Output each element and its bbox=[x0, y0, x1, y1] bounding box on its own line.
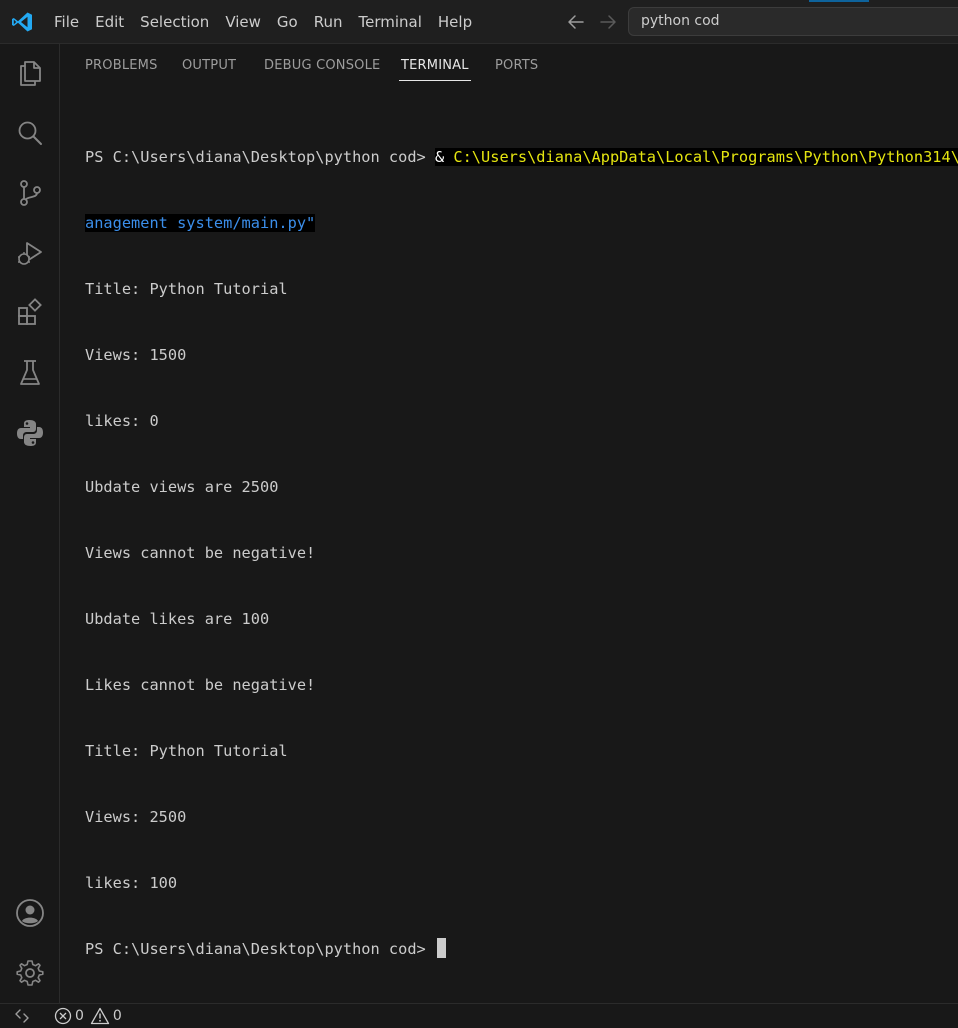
error-count: 0 bbox=[75, 1008, 84, 1024]
menu-file[interactable]: File bbox=[46, 0, 87, 44]
panel-tab-bar: PROBLEMS OUTPUT DEBUG CONSOLE TERMINAL P… bbox=[60, 44, 958, 90]
terminal-prompt: PS C:\Users\diana\Desktop\python cod> bbox=[85, 148, 435, 166]
menu-go[interactable]: Go bbox=[269, 0, 306, 44]
menu-edit[interactable]: Edit bbox=[87, 0, 132, 44]
source-control-icon[interactable] bbox=[14, 177, 46, 209]
terminal-output-line: likes: 100 bbox=[85, 874, 178, 892]
terminal-output-line: Title: Python Tutorial bbox=[85, 742, 288, 760]
error-circle-icon bbox=[54, 1007, 72, 1025]
terminal-command-path: C:\Users\diana\AppData\Local\Programs\Py… bbox=[453, 148, 958, 166]
title-bar: File Edit Selection View Go Run Terminal… bbox=[0, 0, 958, 44]
menu-run[interactable]: Run bbox=[306, 0, 351, 44]
problems-status[interactable]: 0 0 bbox=[54, 1004, 122, 1028]
terminal-command-operator: & bbox=[434, 148, 454, 166]
activity-bar bbox=[0, 44, 60, 1003]
menu-help[interactable]: Help bbox=[430, 0, 480, 44]
title-accent-strip bbox=[809, 0, 869, 2]
command-center-search[interactable]: python cod bbox=[628, 7, 958, 36]
terminal-command-line: PS C:\Users\diana\Desktop\python cod> & … bbox=[85, 146, 958, 168]
terminal-output-line: Likes cannot be negative! bbox=[85, 676, 316, 694]
vscode-logo-icon[interactable] bbox=[10, 10, 34, 34]
python-icon[interactable] bbox=[14, 417, 46, 449]
tab-output[interactable]: OUTPUT bbox=[182, 58, 236, 73]
terminal-output-line: Views: 2500 bbox=[85, 808, 187, 826]
terminal-output: PS C:\Users\diana\Desktop\python cod> & … bbox=[85, 102, 958, 1003]
arrow-right-icon[interactable] bbox=[597, 11, 619, 33]
menu-terminal[interactable]: Terminal bbox=[351, 0, 430, 44]
terminal-command-wrap: anagement system/main.py" bbox=[85, 212, 958, 234]
tab-ports[interactable]: PORTS bbox=[495, 58, 538, 73]
terminal-final-prompt-line[interactable]: PS C:\Users\diana\Desktop\python cod> bbox=[85, 938, 958, 960]
testing-beaker-icon[interactable] bbox=[14, 357, 46, 389]
menu-selection[interactable]: Selection bbox=[132, 0, 217, 44]
terminal-prompt: PS C:\Users\diana\Desktop\python cod> bbox=[85, 940, 435, 958]
status-bar: 0 0 bbox=[0, 1003, 958, 1028]
menu-view[interactable]: View bbox=[217, 0, 269, 44]
extensions-icon[interactable] bbox=[14, 297, 46, 329]
terminal-output-line: Title: Python Tutorial bbox=[85, 280, 288, 298]
terminal-cursor bbox=[436, 938, 446, 958]
terminal-command-argument: anagement system/main.py" bbox=[85, 214, 316, 232]
tab-terminal[interactable]: TERMINAL bbox=[399, 58, 471, 81]
arrow-left-icon[interactable] bbox=[565, 11, 587, 33]
explorer-files-icon[interactable] bbox=[14, 57, 46, 89]
run-debug-icon[interactable] bbox=[14, 237, 46, 269]
tab-problems[interactable]: PROBLEMS bbox=[85, 58, 158, 73]
search-icon[interactable] bbox=[14, 117, 46, 149]
terminal-output-line: Ubdate views are 2500 bbox=[85, 478, 279, 496]
menu-bar: File Edit Selection View Go Run Terminal… bbox=[46, 0, 480, 44]
accounts-icon[interactable] bbox=[14, 897, 46, 929]
terminal-output-line: Views cannot be negative! bbox=[85, 544, 316, 562]
warning-triangle-icon bbox=[90, 1007, 110, 1025]
remote-connection-icon[interactable] bbox=[14, 1008, 30, 1024]
settings-gear-icon[interactable] bbox=[14, 957, 46, 989]
terminal-output-line: likes: 0 bbox=[85, 412, 159, 430]
terminal-output-line: Views: 1500 bbox=[85, 346, 187, 364]
terminal-panel[interactable]: PS C:\Users\diana\Desktop\python cod> & … bbox=[60, 90, 958, 1003]
tab-debug-console[interactable]: DEBUG CONSOLE bbox=[264, 58, 380, 73]
terminal-output-line: Ubdate likes are 100 bbox=[85, 610, 270, 628]
command-center-text: python cod bbox=[641, 13, 720, 29]
warning-count: 0 bbox=[112, 1008, 122, 1024]
